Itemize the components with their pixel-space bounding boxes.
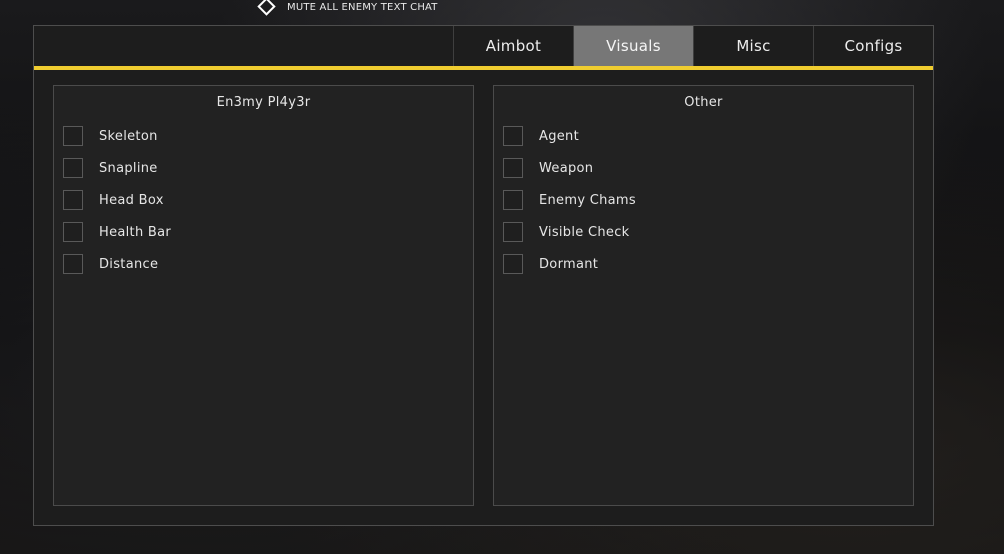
option-label: Visible Check	[539, 224, 630, 240]
tab-bar: Aimbot Visuals Misc Configs	[34, 26, 933, 66]
weapon-checkbox[interactable]	[503, 158, 523, 178]
panel-title: Other	[684, 95, 723, 110]
mute-chat-hint[interactable]: MUTE ALL ENEMY TEXT CHAT	[257, 0, 438, 16]
tab-label: Visuals	[606, 37, 661, 55]
visible-check-checkbox[interactable]	[503, 222, 523, 242]
health-bar-checkbox[interactable]	[63, 222, 83, 242]
mute-chat-label: MUTE ALL ENEMY TEXT CHAT	[287, 1, 438, 13]
option-health-bar[interactable]: Health Bar	[63, 221, 171, 243]
option-dormant[interactable]: Dormant	[503, 253, 598, 275]
option-label: Agent	[539, 128, 579, 144]
option-enemy-chams[interactable]: Enemy Chams	[503, 189, 636, 211]
option-distance[interactable]: Distance	[63, 253, 158, 275]
distance-checkbox[interactable]	[63, 254, 83, 274]
snapline-checkbox[interactable]	[63, 158, 83, 178]
option-label: Skeleton	[99, 128, 158, 144]
tab-aimbot[interactable]: Aimbot	[453, 26, 573, 66]
enemy-chams-checkbox[interactable]	[503, 190, 523, 210]
diamond-icon	[257, 0, 276, 16]
skeleton-checkbox[interactable]	[63, 126, 83, 146]
option-label: Weapon	[539, 160, 594, 176]
panel-title: En3my Pl4y3r	[216, 95, 311, 110]
option-label: Health Bar	[99, 224, 172, 240]
accent-bar	[34, 66, 933, 70]
option-label: Dormant	[539, 256, 599, 272]
tab-label: Aimbot	[485, 37, 542, 55]
option-head-box[interactable]: Head Box	[63, 189, 164, 211]
dormant-checkbox[interactable]	[503, 254, 523, 274]
option-weapon[interactable]: Weapon	[503, 157, 593, 179]
other-panel: Other Agent Weapon Enemy Chams Visible C…	[493, 85, 914, 506]
enemy-player-panel: En3my Pl4y3r Skeleton Snapline Head Box …	[53, 85, 474, 506]
tab-label: Misc	[736, 37, 771, 55]
option-label: Snapline	[99, 160, 158, 176]
head-box-checkbox[interactable]	[63, 190, 83, 210]
option-label: Distance	[99, 256, 159, 272]
cheat-menu-window: Aimbot Visuals Misc Configs En3my Pl4y3r…	[33, 25, 934, 526]
option-label: Head Box	[99, 192, 164, 208]
tab-configs[interactable]: Configs	[813, 26, 933, 66]
option-visible-check[interactable]: Visible Check	[503, 221, 630, 243]
agent-checkbox[interactable]	[503, 126, 523, 146]
tab-label: Configs	[844, 37, 903, 55]
tab-visuals[interactable]: Visuals	[573, 26, 693, 66]
option-skeleton[interactable]: Skeleton	[63, 125, 158, 147]
option-agent[interactable]: Agent	[503, 125, 579, 147]
option-snapline[interactable]: Snapline	[63, 157, 158, 179]
option-label: Enemy Chams	[539, 192, 636, 208]
tab-misc[interactable]: Misc	[693, 26, 813, 66]
